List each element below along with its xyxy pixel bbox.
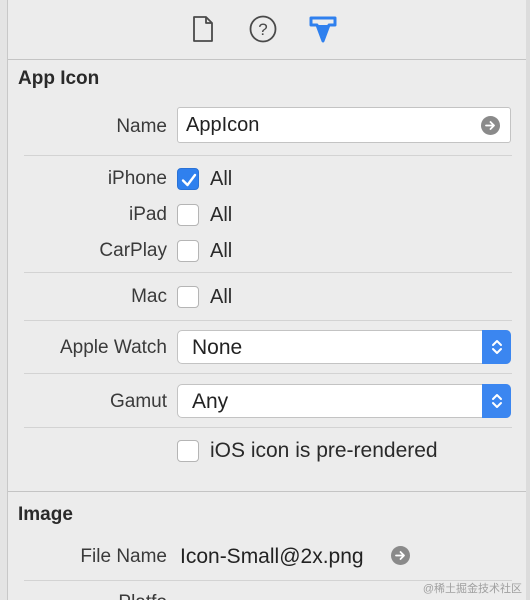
separator: [24, 155, 512, 156]
apple-watch-popup[interactable]: None: [177, 330, 511, 364]
svg-text:?: ?: [258, 20, 267, 39]
prerendered-label[interactable]: iOS icon is pre-rendered: [210, 439, 438, 463]
image-section-title: Image: [18, 504, 73, 525]
name-field[interactable]: [177, 107, 511, 143]
quick-help-icon[interactable]: ?: [246, 12, 280, 46]
prerendered-checkbox[interactable]: [177, 440, 199, 462]
inspector-toolbar: ?: [8, 0, 526, 60]
gamut-label: Gamut: [109, 391, 167, 412]
file-inspector-icon[interactable]: [186, 12, 220, 46]
separator: [24, 272, 512, 273]
gamut-popup[interactable]: Any: [177, 384, 511, 418]
attributes-inspector-icon[interactable]: [306, 12, 340, 46]
separator: [24, 427, 512, 428]
iphone-all-label[interactable]: All: [210, 168, 232, 191]
apple-watch-value: None: [192, 336, 243, 359]
go-arrow-icon[interactable]: [481, 116, 500, 135]
apple-watch-label: Apple Watch: [59, 337, 167, 358]
mac-all-label[interactable]: All: [210, 286, 232, 309]
file-name-label: File Name: [80, 546, 167, 567]
reveal-in-finder-icon[interactable]: [391, 546, 410, 565]
left-panel-edge: [0, 0, 8, 600]
ipad-all-checkbox[interactable]: [177, 204, 199, 226]
separator: [24, 373, 512, 374]
name-input[interactable]: [186, 113, 476, 137]
ipad-label: iPad: [128, 204, 167, 225]
popup-arrows-icon[interactable]: [482, 384, 511, 418]
app-icon-section-title: App Icon: [18, 68, 100, 89]
carplay-all-checkbox[interactable]: [177, 240, 199, 262]
checkmark-icon: [181, 173, 197, 187]
carplay-all-label[interactable]: All: [210, 240, 232, 263]
popup-arrows-icon[interactable]: [482, 330, 511, 364]
file-name-value: Icon-Small@2x.png: [180, 545, 364, 568]
ipad-all-label[interactable]: All: [210, 204, 232, 227]
separator: [24, 320, 512, 321]
mac-label: Mac: [131, 286, 167, 307]
watermark: @稀土掘金技术社区: [422, 583, 522, 595]
platform-label: Platfo: [40, 592, 167, 600]
right-scroll-edge: [526, 0, 530, 600]
iphone-label: iPhone: [107, 168, 167, 189]
name-label: Name: [116, 116, 167, 137]
section-divider: [8, 491, 526, 492]
carplay-label: CarPlay: [99, 240, 167, 261]
gamut-value: Any: [192, 390, 229, 413]
iphone-all-checkbox[interactable]: [177, 168, 199, 190]
mac-all-checkbox[interactable]: [177, 286, 199, 308]
